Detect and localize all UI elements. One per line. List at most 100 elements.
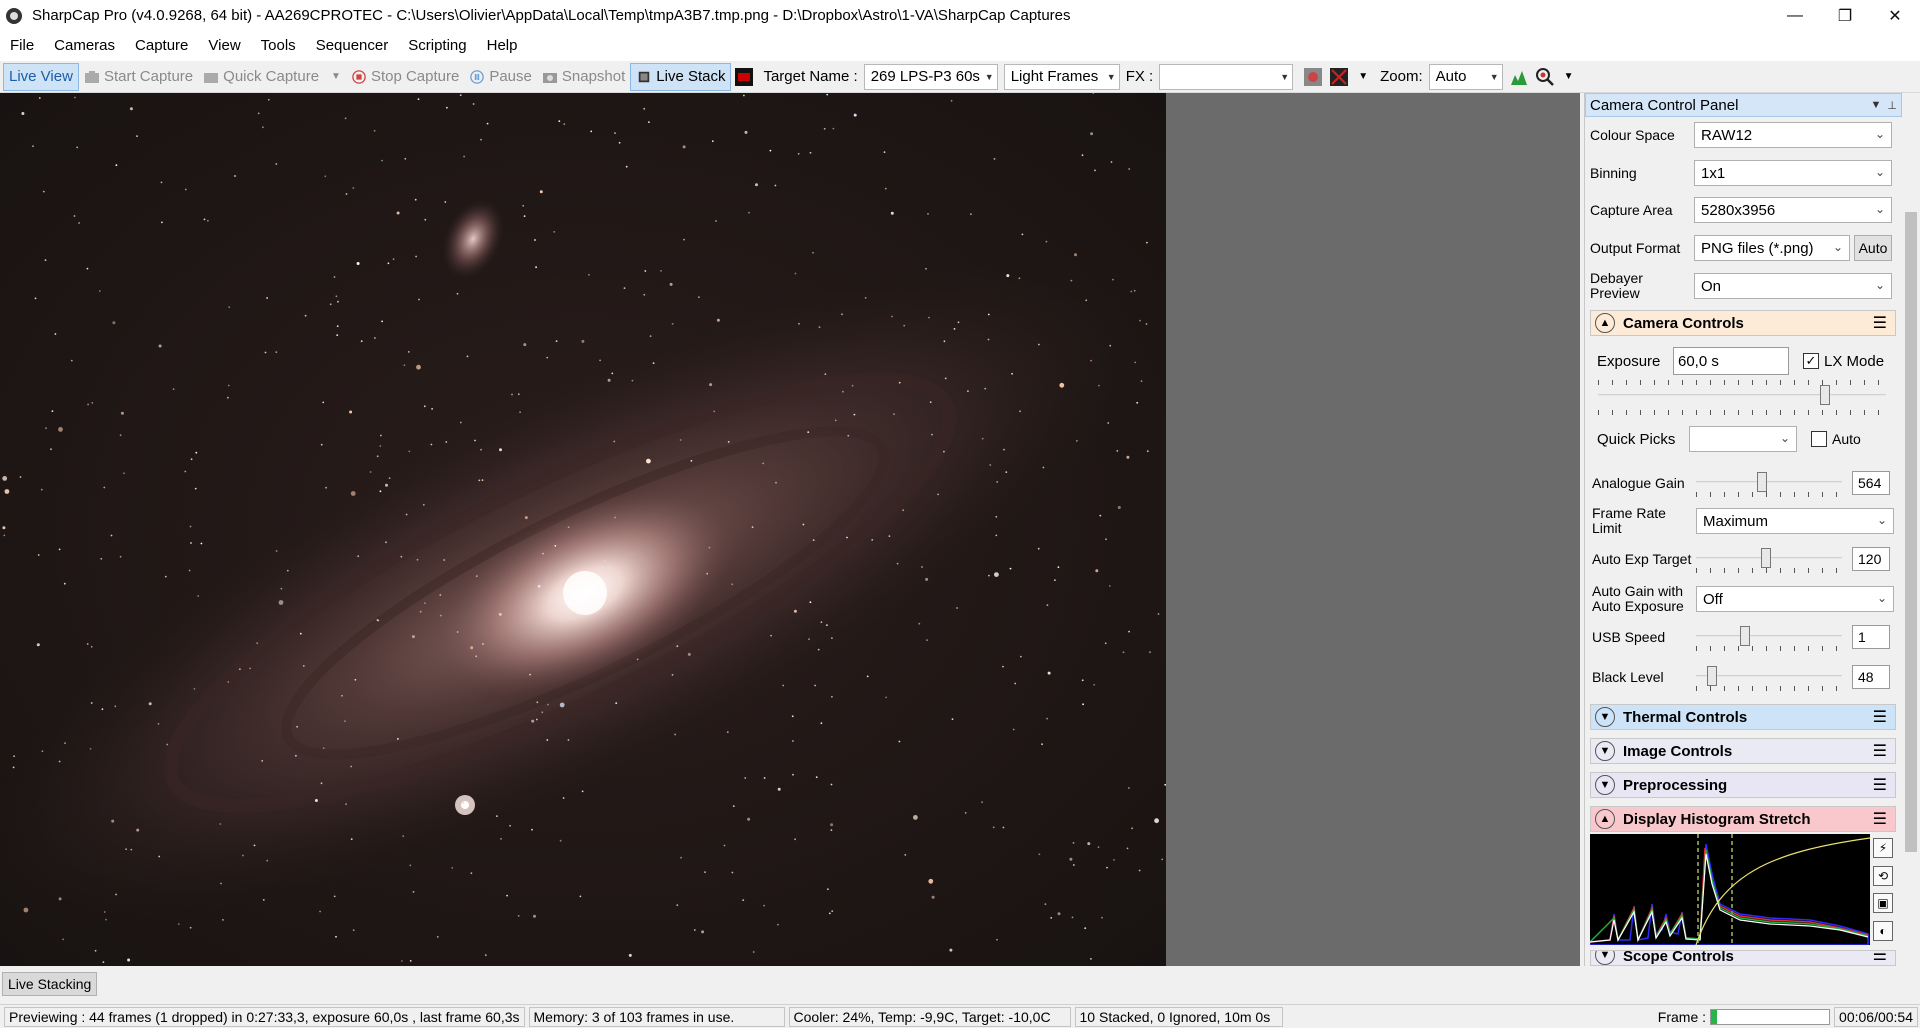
collapse-icon[interactable]: ▲ [1595, 809, 1615, 829]
image-viewport[interactable] [0, 93, 1580, 966]
auto-exposure-checkbox[interactable] [1811, 431, 1827, 447]
chevron-down-icon[interactable]: ▼ [331, 71, 341, 82]
star [1134, 361, 1137, 364]
contrast-icon[interactable]: ◐ [1873, 921, 1893, 942]
exposure-slider-knob[interactable] [1820, 385, 1830, 405]
usb-speed-knob[interactable] [1740, 626, 1750, 646]
expand-icon[interactable]: ▼ [1595, 741, 1615, 761]
debayer-combo[interactable]: On ⌄ [1694, 273, 1892, 299]
black-level-slider[interactable] [1696, 664, 1842, 691]
analogue-gain-knob[interactable] [1757, 472, 1767, 492]
usb-speed-slider[interactable] [1696, 624, 1842, 651]
live-stacking-tab[interactable]: Live Stacking [2, 972, 98, 996]
menu-help[interactable]: Help [477, 31, 528, 61]
quick-capture-button[interactable]: Quick Capture ▼ [198, 63, 346, 91]
histogram-display[interactable] [1590, 834, 1870, 945]
save-icon[interactable]: ▣ [1873, 893, 1893, 914]
crosshair-icon[interactable] [1329, 67, 1349, 87]
capture-area-combo[interactable]: 5280x3956 ⌄ [1694, 197, 1892, 223]
scope-controls-header[interactable]: ▼ Scope Controls ☰ [1590, 950, 1896, 966]
star [534, 239, 536, 241]
lx-mode-checkbox[interactable]: ✓ [1803, 353, 1819, 369]
menu-icon[interactable]: ☰ [1873, 741, 1887, 761]
menu-file[interactable]: File [0, 31, 44, 61]
auto-gain-combo[interactable]: Off ⌄ [1696, 586, 1894, 612]
star [157, 723, 160, 725]
histogram-warning-icon[interactable] [734, 67, 754, 87]
start-capture-button[interactable]: Start Capture [79, 63, 198, 91]
auto-exp-target-slider[interactable] [1696, 546, 1842, 573]
thermal-controls-header[interactable]: ▼ Thermal Controls ☰ [1590, 704, 1896, 730]
chevron-down-icon[interactable]: ▼ [1358, 71, 1368, 82]
expand-icon[interactable]: ▼ [1595, 707, 1615, 727]
stop-capture-button[interactable]: Stop Capture [346, 63, 464, 91]
expand-icon[interactable]: ▼ [1595, 775, 1615, 795]
menu-icon[interactable]: ☰ [1873, 707, 1887, 727]
panel-scrollbar[interactable] [1902, 117, 1920, 966]
binning-combo[interactable]: 1x1 ⌄ [1694, 160, 1892, 186]
menu-view[interactable]: View [198, 31, 250, 61]
pin-icon[interactable]: ⊥ [1887, 99, 1897, 112]
star [275, 550, 278, 552]
target-name-combo[interactable]: 269 LPS-P3 60s ▼ [863, 63, 998, 90]
live-view-button[interactable]: Live View [3, 62, 79, 91]
menu-tools[interactable]: Tools [251, 31, 306, 61]
menu-icon[interactable]: ☰ [1873, 809, 1887, 829]
star [36, 643, 40, 647]
star [103, 486, 106, 489]
quick-picks-combo[interactable]: ⌄ [1689, 426, 1797, 452]
live-image[interactable] [0, 93, 1166, 966]
pause-button[interactable]: Pause [464, 63, 537, 91]
maximize-button[interactable]: ❐ [1820, 0, 1870, 31]
panel-options-icon[interactable]: ▼ [1871, 99, 1882, 111]
snapshot-button[interactable]: Snapshot [537, 63, 630, 91]
histogram-stretch-header[interactable]: ▲ Display Histogram Stretch ☰ [1590, 806, 1896, 832]
image-controls-header[interactable]: ▼ Image Controls ☰ [1590, 738, 1896, 764]
usb-speed-input[interactable]: 1 [1852, 625, 1890, 649]
zoom-combo[interactable]: Auto ▼ [1428, 63, 1503, 90]
scrollbar-thumb[interactable] [1905, 212, 1917, 852]
reset-icon[interactable]: ⟲ [1873, 865, 1893, 886]
menu-icon[interactable]: ☰ [1873, 951, 1887, 965]
analogue-gain-label: Analogue Gain [1592, 474, 1685, 491]
collapse-icon[interactable]: ▲ [1595, 313, 1615, 333]
exposure-input[interactable]: 60,0 s [1673, 347, 1789, 375]
fx-combo[interactable]: ▼ [1159, 63, 1294, 90]
menu-icon[interactable]: ☰ [1873, 775, 1887, 795]
camera-controls-header[interactable]: ▲ Camera Controls ☰ [1590, 310, 1896, 336]
colour-space-combo[interactable]: RAW12 ⌄ [1694, 122, 1892, 148]
reticle-icon[interactable] [1303, 67, 1323, 87]
minimize-button[interactable]: — [1770, 0, 1820, 31]
output-format-auto-button[interactable]: Auto [1854, 235, 1892, 261]
star [220, 882, 222, 885]
analogue-gain-input[interactable]: 564 [1852, 471, 1890, 495]
zoom-magnifier-icon[interactable] [1535, 67, 1555, 87]
star [1072, 842, 1075, 844]
auto-stretch-icon[interactable]: ⚡ [1873, 837, 1893, 858]
star [369, 471, 372, 473]
live-stack-button[interactable]: Live Stack [630, 62, 732, 91]
star [403, 364, 406, 367]
output-format-combo[interactable]: PNG files (*.png) ⌄ [1694, 235, 1850, 261]
chevron-down-icon[interactable]: ▼ [1564, 71, 1574, 82]
star [896, 562, 899, 565]
status-bar: Previewing : 44 frames (1 dropped) in 0:… [0, 1004, 1920, 1028]
black-level-knob[interactable] [1707, 666, 1717, 686]
menu-capture[interactable]: Capture [125, 31, 198, 61]
auto-exp-target-input[interactable]: 120 [1852, 547, 1890, 571]
expand-icon[interactable]: ▼ [1595, 951, 1615, 965]
analogue-gain-slider[interactable] [1696, 470, 1842, 497]
menu-sequencer[interactable]: Sequencer [306, 31, 399, 61]
star [1126, 455, 1130, 459]
histogram-icon[interactable] [1509, 67, 1529, 87]
preprocessing-header[interactable]: ▼ Preprocessing ☰ [1590, 772, 1896, 798]
menu-cameras[interactable]: Cameras [44, 31, 125, 61]
close-button[interactable]: ✕ [1870, 0, 1920, 31]
frame-type-combo[interactable]: Light Frames ▼ [1003, 63, 1120, 90]
menu-scripting[interactable]: Scripting [398, 31, 476, 61]
frame-rate-combo[interactable]: Maximum ⌄ [1696, 508, 1894, 534]
black-level-input[interactable]: 48 [1852, 665, 1890, 689]
exposure-slider[interactable] [1598, 380, 1886, 415]
auto-exp-target-knob[interactable] [1761, 548, 1771, 568]
menu-icon[interactable]: ☰ [1873, 313, 1887, 333]
